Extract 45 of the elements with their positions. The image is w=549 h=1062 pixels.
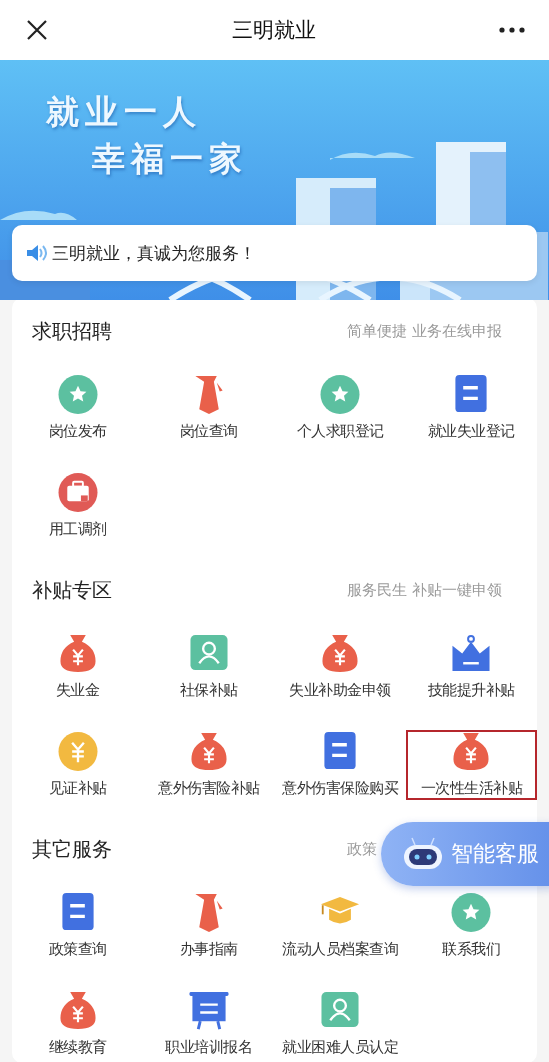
section-subtitle: 简单便捷 业务在线申报 xyxy=(347,322,502,341)
more-icon xyxy=(499,27,525,33)
crown-icon xyxy=(451,634,492,673)
service-item[interactable]: 失业补助金申领 xyxy=(274,632,406,702)
yen-coin-icon xyxy=(57,732,98,771)
service-item[interactable]: 意外伤害险补贴 xyxy=(143,730,275,800)
service-item[interactable]: 社保补贴 xyxy=(143,632,275,702)
service-item[interactable]: 失业金 xyxy=(12,632,144,702)
service-item[interactable]: 技能提升补贴 xyxy=(405,632,537,702)
service-item[interactable]: 流动人员档案查询 xyxy=(274,891,406,961)
service-item[interactable]: 岗位查询 xyxy=(143,373,275,443)
service-item[interactable]: 一次性生活补贴 xyxy=(405,730,537,800)
money-bag-icon xyxy=(320,634,361,673)
person-icon xyxy=(188,634,229,673)
service-item[interactable]: 政策查询 xyxy=(12,891,144,961)
banner-slogan: 就业一人 xyxy=(46,91,203,133)
section-title: 其它服务 xyxy=(32,836,112,863)
service-item[interactable]: 岗位发布 xyxy=(12,373,144,443)
money-bag-icon xyxy=(57,634,98,673)
service-item[interactable]: 见证补贴 xyxy=(12,730,144,800)
service-item[interactable]: 个人求职登记 xyxy=(274,373,406,443)
service-item[interactable]: 职业培训报名 xyxy=(143,989,275,1059)
notice-text: 三明就业，真诚为您服务！ xyxy=(52,241,256,265)
banner-slogan: 幸福一家 xyxy=(92,138,248,180)
section-title: 求职招聘 xyxy=(32,318,112,345)
service-item[interactable]: 办事指南 xyxy=(143,891,275,961)
section-title: 补贴专区 xyxy=(32,577,112,604)
window-title: 三明就业 xyxy=(231,17,316,44)
money-bag-icon xyxy=(451,732,492,771)
service-item[interactable]: 就业困难人员认定 xyxy=(274,989,406,1059)
service-item[interactable]: 意外伤害保险购买 xyxy=(274,730,406,800)
robot-icon xyxy=(403,837,443,871)
speaker-icon xyxy=(26,243,48,263)
section-subtitle: 政策 xyxy=(347,840,377,859)
service-item[interactable]: 联系我们 xyxy=(405,891,537,961)
briefcase-icon xyxy=(57,473,98,512)
service-item[interactable]: 就业失业登记 xyxy=(405,373,537,443)
section-subtitle: 服务民生 补贴一键申领 xyxy=(347,581,502,600)
easel-icon xyxy=(188,991,229,1030)
service-item[interactable]: 继续教育 xyxy=(12,989,144,1059)
money-bag-icon xyxy=(188,732,229,771)
money-bag-icon xyxy=(57,991,98,1030)
close-icon xyxy=(26,19,48,41)
person-icon xyxy=(320,991,361,1030)
service-item[interactable]: 用工调剂 xyxy=(12,471,144,541)
